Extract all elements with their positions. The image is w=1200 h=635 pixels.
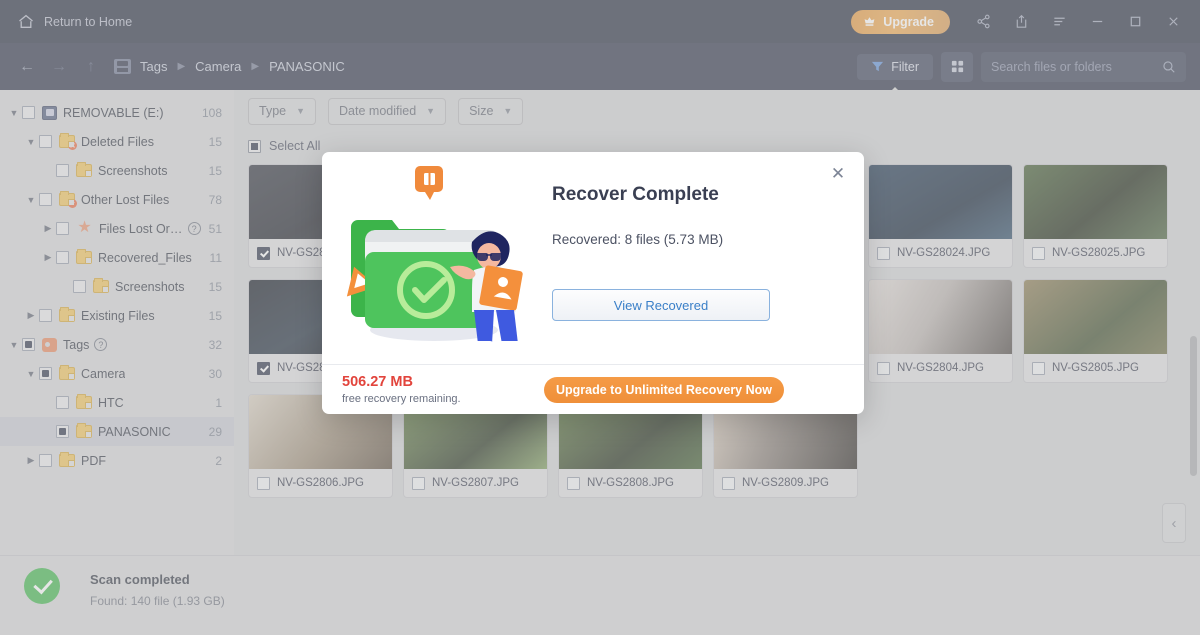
- dialog-footer: 506.27 MB free recovery remaining. Upgra…: [322, 364, 864, 414]
- dialog-body: Recover Complete Recovered: 8 files (5.7…: [322, 152, 864, 364]
- view-recovered-button[interactable]: View Recovered: [552, 289, 770, 321]
- dialog-title: Recover Complete: [552, 184, 719, 205]
- quota-note: free recovery remaining.: [342, 393, 461, 405]
- dialog-subtitle: Recovered: 8 files (5.73 MB): [552, 232, 724, 247]
- upgrade-unlimited-label: Upgrade to Unlimited Recovery Now: [555, 382, 772, 397]
- recover-complete-illustration: [322, 152, 552, 364]
- close-icon[interactable]: ✕: [826, 162, 850, 186]
- free-quota: 506.27 MB free recovery remaining.: [322, 374, 461, 405]
- recover-complete-dialog: ✕ Recover Complete Recovered: 8 files (5…: [322, 152, 864, 414]
- quota-size: 506.27 MB: [342, 374, 413, 390]
- view-recovered-label: View Recovered: [613, 297, 709, 313]
- upgrade-unlimited-button[interactable]: Upgrade to Unlimited Recovery Now: [544, 376, 784, 403]
- dialog-content: Recover Complete Recovered: 8 files (5.7…: [552, 152, 864, 364]
